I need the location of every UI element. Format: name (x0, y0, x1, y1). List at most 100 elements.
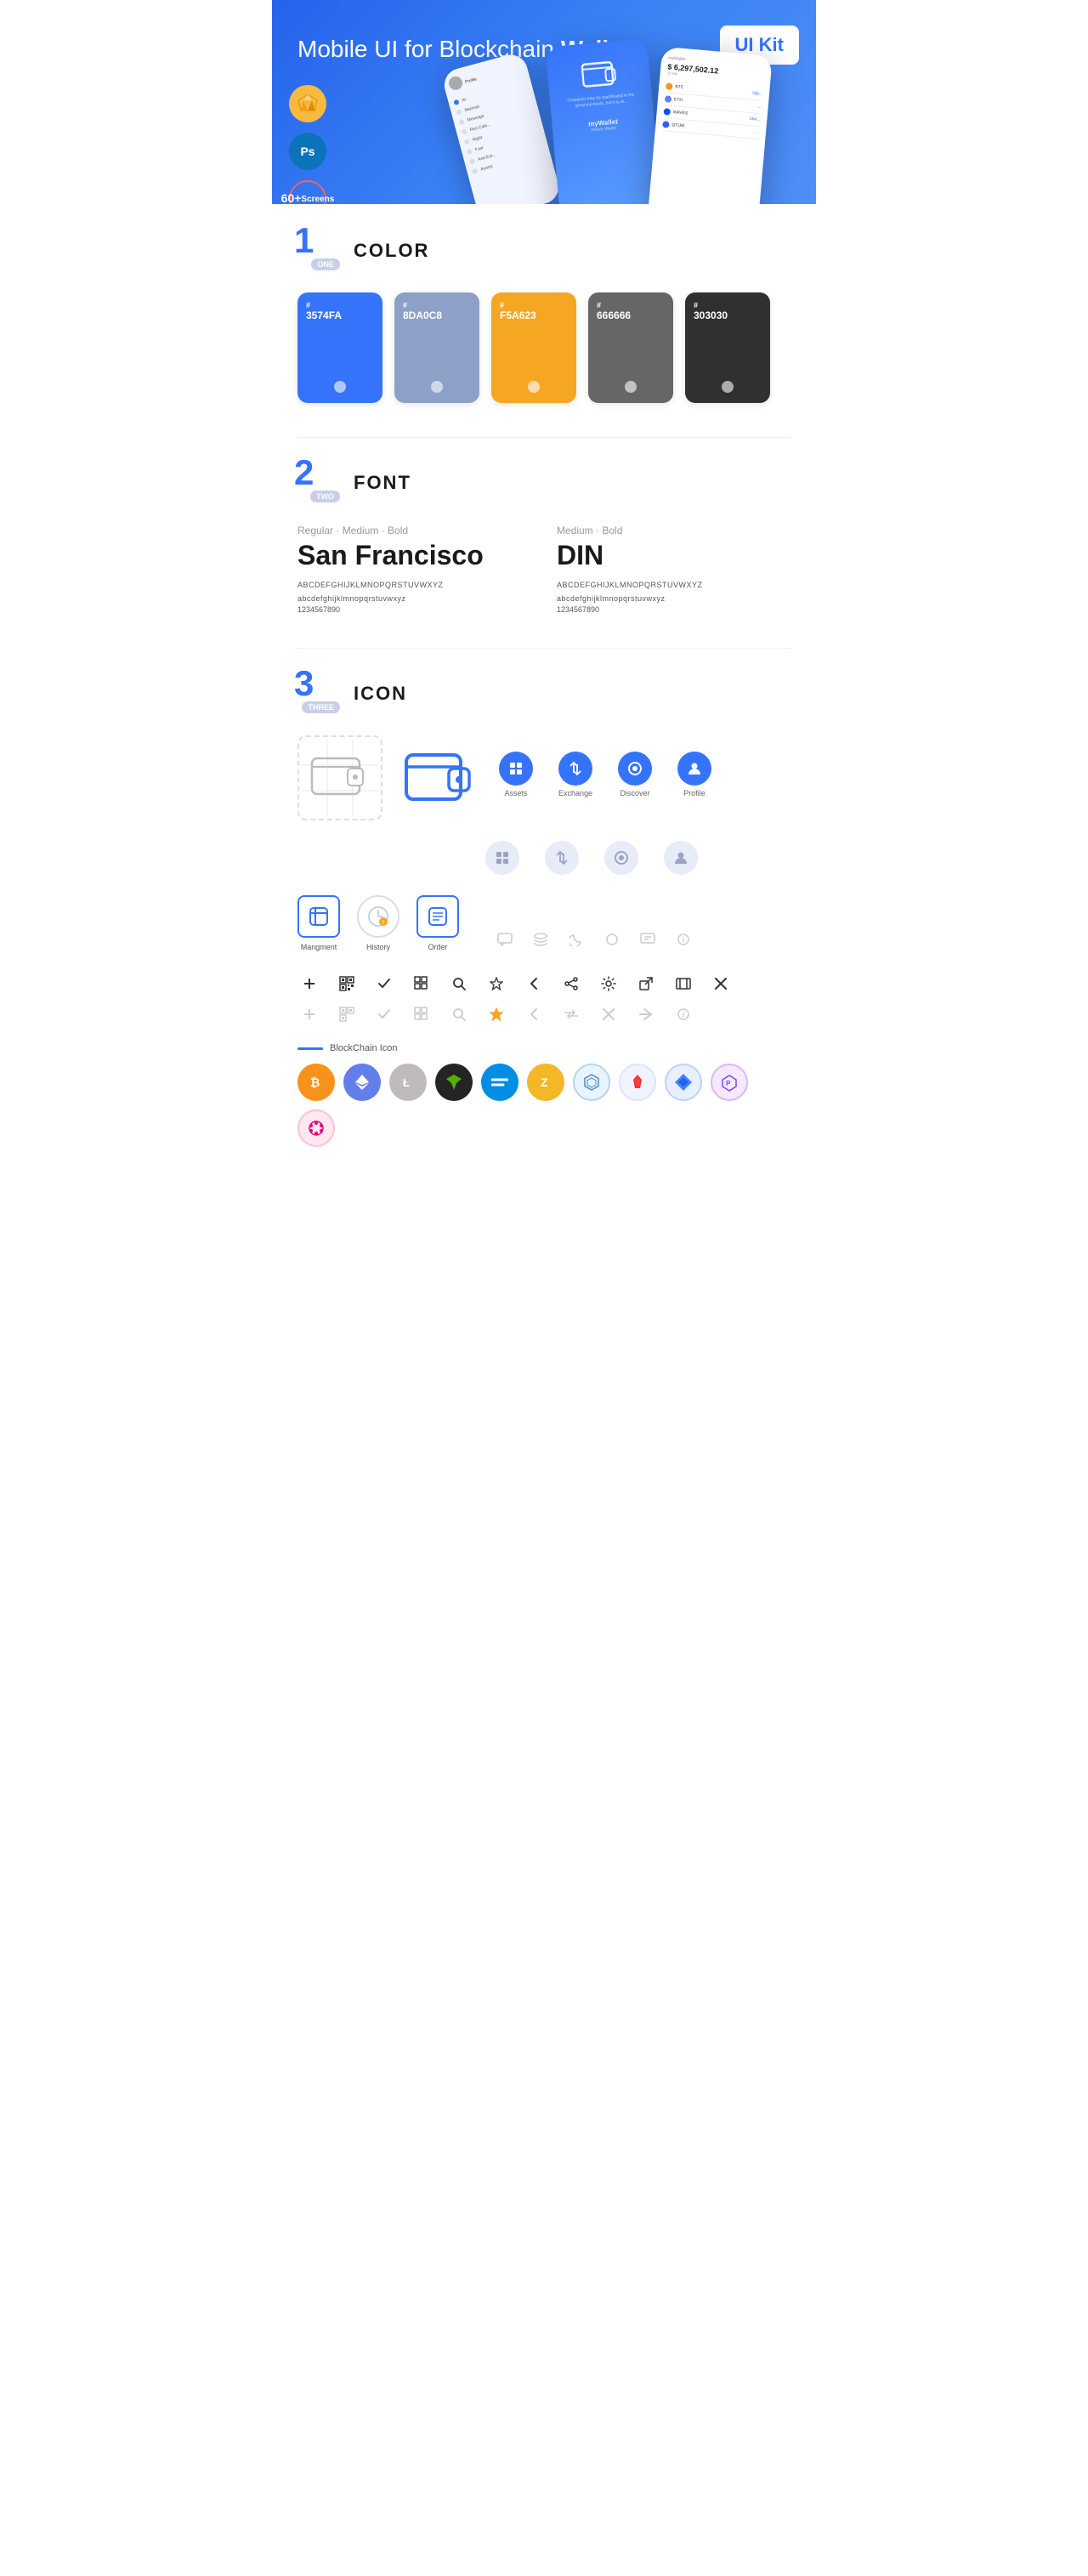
icon-section-header: 3 THREE ICON (298, 672, 790, 715)
crypto-ltc-icon: Ł (389, 1064, 427, 1101)
nav-icon-assets-ghost (481, 841, 524, 875)
nav-icon-exchange-ghost (541, 841, 583, 875)
screens-badge: 60+ Screens (289, 180, 326, 204)
star-icon (484, 972, 508, 996)
close-icon (709, 972, 733, 996)
sketch-icon (296, 92, 320, 116)
wallet-blue-svg (405, 748, 473, 808)
qr-icon (335, 972, 359, 996)
phone-left: Profile AI Mainnet Message Red Cabi... N… (440, 51, 562, 204)
icon-main-display: Assets Exchange Discover P (298, 735, 790, 820)
tool-icons-ghost (298, 1002, 790, 1026)
wallet-wireframe-box (298, 735, 382, 820)
chevron-left-ghost-icon (522, 1002, 546, 1026)
svg-text:₿: ₿ (310, 1075, 320, 1089)
info-icon (672, 928, 695, 951)
crypto-eth-icon (343, 1064, 381, 1101)
nav-icon-profile: Profile (673, 752, 716, 797)
nav-icon-discover: Discover (614, 752, 656, 797)
share-icon (559, 972, 583, 996)
wallet-wireframe-svg (302, 740, 378, 816)
chat-bubble-icon (636, 928, 660, 951)
photoshop-badge: Ps (289, 133, 326, 170)
forward-ghost-icon (634, 1002, 658, 1026)
search-ghost-icon (447, 1002, 471, 1026)
info-ghost-icon (672, 1002, 695, 1026)
crypto-waves-icon (665, 1064, 702, 1101)
phone-center: Character may be manifested in the great… (546, 38, 662, 204)
svg-text:P: P (726, 1080, 731, 1087)
crypto-btc-icon: ₿ (298, 1064, 335, 1101)
svg-text:Z: Z (541, 1075, 548, 1089)
wallet-blue-icon (396, 735, 481, 820)
star-active-icon (484, 1002, 508, 1026)
plus-icon (298, 972, 321, 996)
section-2-badge: 2 TWO (298, 462, 340, 504)
svg-text:!: ! (382, 920, 384, 926)
crypto-polkadot-icon (298, 1109, 335, 1147)
color-title: COLOR (354, 240, 429, 262)
app-icons-row: Mangment ! History (298, 895, 790, 951)
font-sf: Regular · Medium · Bold San Francisco AB… (298, 525, 531, 614)
phone-mockups: Profile AI Mainnet Message Red Cabi... N… (459, 43, 816, 204)
qr-ghost-icon (335, 1002, 359, 1026)
nav-icon-profile-ghost (660, 841, 702, 875)
crypto-ark-icon (619, 1064, 656, 1101)
blockchain-line (298, 1047, 323, 1050)
external-link-icon (634, 972, 658, 996)
nav-icons-ghost-row (298, 841, 790, 875)
layers-icon (529, 928, 552, 951)
app-icon-history: ! History (357, 895, 400, 951)
font-title: FONT (354, 472, 411, 494)
crypto-neo-icon (435, 1064, 473, 1101)
nav-icon-exchange: Exchange (554, 752, 597, 797)
grid-ghost-icon (410, 1002, 434, 1026)
font-name-sf: San Francisco (298, 540, 531, 571)
crypto-zcash-icon: Z (527, 1064, 564, 1101)
font-din: Medium · Bold DIN ABCDEFGHIJKLMNOPQRSTUV… (557, 525, 790, 614)
font-grid: Regular · Medium · Bold San Francisco AB… (298, 525, 790, 614)
circle-icon (600, 928, 624, 951)
x-ghost-icon (597, 1002, 620, 1026)
section-1-badge: 1 ONE (298, 230, 340, 272)
swatch-slate: # 8DA0C8 (394, 292, 479, 403)
crypto-icons-row: ₿ Ł Z (298, 1064, 790, 1147)
misc-icons-row (493, 928, 695, 951)
nav-icon-assets: Assets (495, 752, 537, 797)
blockchain-label: BlockChain Icon (330, 1043, 398, 1053)
settings-icon (597, 972, 620, 996)
tool-badges: Ps 60+ Screens (289, 85, 326, 204)
comment-icon (493, 928, 517, 951)
crypto-iota-icon (573, 1064, 610, 1101)
swatch-dark: # 303030 (685, 292, 770, 403)
moon-icon (564, 928, 588, 951)
app-icon-management: Mangment (298, 895, 340, 951)
app-icon-order: Order (416, 895, 459, 951)
swatch-gray: # 666666 (588, 292, 673, 403)
search-icon (447, 972, 471, 996)
resize-icon (672, 972, 695, 996)
chevron-left-icon (522, 972, 546, 996)
swatch-orange: # F5A623 (491, 292, 576, 403)
icon-title: ICON (354, 683, 407, 705)
check-icon (372, 972, 396, 996)
blockchain-label-row: BlockChain Icon (298, 1043, 790, 1053)
font-section-header: 2 TWO FONT (298, 462, 790, 504)
crypto-dash-icon (481, 1064, 518, 1101)
crypto-matic-icon: P (711, 1064, 748, 1101)
check-ghost-icon (372, 1002, 396, 1026)
swatch-blue: # 3574FA (298, 292, 382, 403)
main-content: 1 ONE COLOR # 3574FA # 8DA0C8 # F5A623 #… (272, 204, 816, 1172)
font-name-din: DIN (557, 540, 790, 571)
section-3-badge: 3 THREE (298, 672, 340, 715)
hero-section: Mobile UI for Blockchain Wallet UI Kit P… (272, 0, 816, 204)
nav-icons-filled: Assets Exchange Discover P (495, 752, 716, 797)
plus-ghost-icon (298, 1002, 321, 1026)
tool-icons-primary (298, 972, 790, 996)
nav-icon-discover-ghost (600, 841, 643, 875)
phone-right: myWallet $ 6,297,502.12 12-288 BTC 788..… (647, 47, 773, 204)
arrows-ghost-icon (559, 1002, 583, 1026)
grid-icon (410, 972, 434, 996)
svg-text:Ł: Ł (403, 1076, 410, 1089)
sketch-badge (289, 85, 326, 122)
